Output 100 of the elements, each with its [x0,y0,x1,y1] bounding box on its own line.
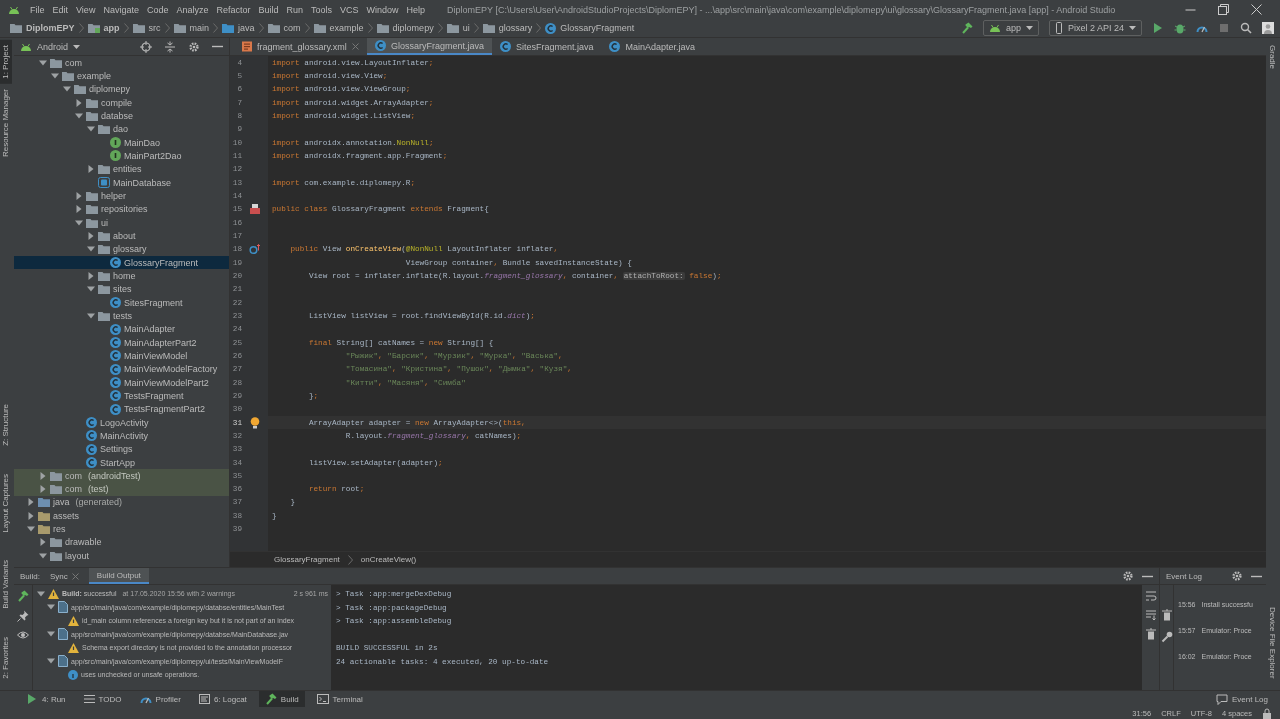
caret-right-icon[interactable] [38,471,47,480]
tree-item[interactable]: helper [14,189,229,203]
search-icon[interactable] [1240,22,1252,34]
tree-item[interactable]: drawable [14,535,229,550]
tool-window-tab[interactable]: Build Variants [0,555,12,615]
restore-icon[interactable] [1218,4,1229,15]
panel-tab[interactable]: Sync [42,568,87,584]
tree-item[interactable]: MainDao [14,135,229,150]
device-dropdown[interactable]: Pixel 2 API 24 [1048,20,1142,36]
breadcrumb-item[interactable]: onCreateView() [360,555,417,564]
caret-down-icon[interactable] [86,311,95,320]
breadcrumb-item[interactable]: java [218,23,259,33]
settings-icon[interactable] [1122,570,1134,582]
caret-right-icon[interactable] [86,165,95,174]
bug-icon[interactable] [1174,22,1186,34]
panel-tab[interactable]: Build Output [88,568,149,584]
tree-item[interactable]: TestsFragmentPart2 [14,402,229,416]
tree-item[interactable]: about [14,229,229,243]
caret-down-icon[interactable] [86,285,95,294]
settings-icon[interactable] [1231,570,1243,582]
close-icon[interactable] [1251,4,1262,15]
caret-down-icon[interactable] [37,589,45,598]
tool-window-button[interactable]: TODO [77,691,128,707]
tree-item[interactable]: MainAdapter [14,322,229,336]
tree-item[interactable]: LogoActivity [14,415,229,430]
breadcrumb-item[interactable]: DiplomEPY [6,23,79,33]
eye-icon[interactable] [17,630,29,640]
tree-item[interactable]: Settings [14,442,229,456]
caret-right-icon[interactable] [74,205,83,214]
scroll-to-end-icon[interactable] [1144,609,1157,621]
tree-item[interactable]: glossary [14,242,229,256]
caret-right-icon[interactable] [38,538,47,547]
hide-icon[interactable] [1251,574,1262,578]
caret-down-icon[interactable] [38,551,47,560]
caret-down-icon[interactable] [47,603,55,612]
lock-icon[interactable] [1262,707,1272,719]
menu-item[interactable]: Edit [48,4,73,15]
soft-wrap-icon[interactable] [1144,590,1157,602]
breadcrumb-item[interactable]: GlossaryFragment [274,555,340,564]
bulb-icon[interactable] [250,416,260,429]
tree-item[interactable]: res [14,522,229,536]
tree-item[interactable]: GlossaryFragment [14,255,229,270]
tool-window-button[interactable]: 4: Run [20,691,72,707]
override-icon[interactable] [249,243,261,256]
caret-right-icon[interactable] [86,231,95,240]
caret-down-icon[interactable] [26,525,35,534]
tool-window-tab[interactable]: 1: Project [0,40,12,84]
editor-tab[interactable]: fragment_glossary.xml [234,38,367,55]
tool-window-tab[interactable]: 2: Favorites [0,632,12,684]
menu-item[interactable]: Window [362,4,403,15]
menu-item[interactable]: Refactor [212,4,255,15]
trash-icon[interactable] [1160,609,1173,621]
tree-item[interactable]: diplomepy [14,82,229,96]
editor-tab[interactable]: SitesFragment.java [491,38,602,55]
tree-item[interactable]: java (generated) [14,495,229,510]
breadcrumb-item[interactable]: main [169,23,214,33]
breadcrumb-item[interactable]: example [309,23,368,33]
caret-down-icon[interactable] [50,72,59,80]
menu-item[interactable]: Tools [307,4,337,15]
tree-item[interactable]: home [14,269,229,283]
tree-item[interactable]: assets [14,509,229,523]
tree-item[interactable]: entities [14,162,229,176]
editor-tab[interactable]: MainAdapter.java [601,38,703,55]
breadcrumb-item[interactable]: app [83,23,124,33]
caret-right-icon[interactable] [26,498,35,507]
tree-item[interactable]: MainViewModel [14,349,229,363]
tree-item[interactable]: repositories [14,202,229,216]
caret-right-icon[interactable] [74,98,83,107]
tree-item[interactable]: MainDatabase [14,175,229,190]
event-log-button[interactable]: Event Log [1209,691,1274,707]
tree-item[interactable]: tests [14,309,229,323]
tree-item[interactable]: layout [14,549,229,563]
caret-down-icon[interactable] [47,630,55,639]
tree-item[interactable]: StartApp [14,455,229,470]
breadcrumb-item[interactable]: glossary [478,23,537,33]
tree-item[interactable]: com [14,56,229,70]
caret-down-icon[interactable] [38,58,47,67]
menu-item[interactable]: Analyze [172,4,213,15]
hide-icon[interactable] [212,45,223,48]
breadcrumb-item[interactable]: GlossaryFragment [541,22,639,34]
tree-item[interactable]: MainAdapterPart2 [14,335,229,350]
caret-down-icon[interactable] [86,125,95,134]
tree-item[interactable]: dao [14,122,229,136]
caret-down-icon[interactable] [74,218,83,227]
breadcrumb-item[interactable]: diplomepy [372,23,438,33]
pin-icon[interactable] [17,610,29,622]
editor-tab[interactable]: GlossaryFragment.java [366,38,492,55]
tree-item[interactable]: MainViewModelPart2 [14,375,229,390]
tree-item[interactable]: TestsFragment [14,389,229,403]
caret-down-icon[interactable] [74,111,83,120]
play-icon[interactable] [26,693,38,705]
tool-window-button[interactable]: Profiler [133,691,187,707]
wrench-icon[interactable] [1160,631,1173,643]
breadcrumb-item[interactable]: com [263,23,305,33]
tool-window-tab[interactable]: Gradle [1266,40,1278,74]
tree-item[interactable]: example [14,69,229,83]
tool-window-button[interactable]: Build [258,691,305,707]
tree-item[interactable]: databse [14,109,229,123]
tree-item[interactable]: SitesFragment [14,295,229,310]
tool-window-button[interactable]: Terminal [310,691,369,707]
